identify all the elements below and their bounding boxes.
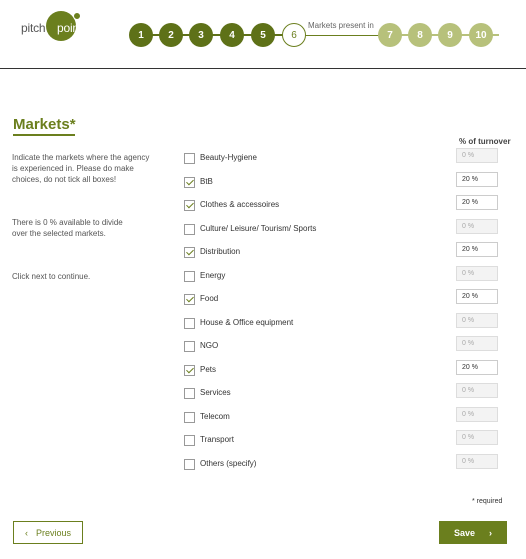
market-row-ngo: NGO 0 % bbox=[184, 336, 504, 356]
turnover-input[interactable]: 0 % bbox=[456, 266, 498, 281]
market-label: Transport bbox=[200, 435, 234, 444]
logo-text-pitch: pitch bbox=[21, 21, 46, 35]
market-checkbox[interactable] bbox=[184, 247, 195, 258]
market-checkbox[interactable] bbox=[184, 200, 195, 211]
market-row-clothes-accessoires: Clothes & accessoires 20 % bbox=[184, 195, 504, 215]
chevron-left-icon: ‹ bbox=[24, 527, 28, 538]
market-row-culture-leisure: Culture/ Leisure/ Tourism/ Sports 0 % bbox=[184, 219, 504, 239]
market-checkbox[interactable] bbox=[184, 341, 195, 352]
turnover-input[interactable]: 0 % bbox=[456, 430, 498, 445]
market-row-energy: Energy 0 % bbox=[184, 266, 504, 286]
current-step-label: Markets present in bbox=[308, 21, 374, 30]
market-checkbox[interactable] bbox=[184, 365, 195, 376]
turnover-input[interactable]: 20 % bbox=[456, 289, 498, 304]
market-label: Distribution bbox=[200, 247, 241, 256]
market-row-beauty-hygiene: Beauty-Hygiene 0 % bbox=[184, 148, 504, 168]
market-checkbox[interactable] bbox=[184, 224, 195, 235]
turnover-input[interactable]: 0 % bbox=[456, 407, 498, 422]
turnover-input[interactable]: 0 % bbox=[456, 336, 498, 351]
continue-note: Click next to continue. bbox=[12, 272, 91, 281]
logo-text-point: point bbox=[57, 21, 83, 35]
market-row-house-office: House & Office equipment 0 % bbox=[184, 313, 504, 333]
market-label: Clothes & accessoires bbox=[200, 200, 280, 209]
market-label: Culture/ Leisure/ Tourism/ Sports bbox=[200, 224, 317, 233]
step-2[interactable]: 2 bbox=[159, 23, 183, 47]
turnover-input[interactable]: 0 % bbox=[456, 454, 498, 469]
turnover-input[interactable]: 20 % bbox=[456, 195, 498, 210]
turnover-input[interactable]: 20 % bbox=[456, 360, 498, 375]
market-checkbox[interactable] bbox=[184, 318, 195, 329]
market-row-btb: BtB 20 % bbox=[184, 172, 504, 192]
market-row-pets: Pets 20 % bbox=[184, 360, 504, 380]
turnover-input[interactable]: 0 % bbox=[456, 313, 498, 328]
market-checkbox[interactable] bbox=[184, 177, 195, 188]
market-label: Food bbox=[200, 294, 219, 303]
market-checkbox[interactable] bbox=[184, 435, 195, 446]
market-row-telecom: Telecom 0 % bbox=[184, 407, 504, 427]
step-1[interactable]: 1 bbox=[129, 23, 153, 47]
pitchpoint-logo[interactable]: pitch point bbox=[20, 10, 90, 50]
market-label: Energy bbox=[200, 271, 226, 280]
turnover-column-header: % of turnover bbox=[459, 137, 511, 146]
market-label: Others (specify) bbox=[200, 459, 257, 468]
market-label: Telecom bbox=[200, 412, 230, 421]
instructions-text: Indicate the markets where the agency is… bbox=[12, 153, 150, 184]
turnover-input[interactable]: 20 % bbox=[456, 172, 498, 187]
header-divider bbox=[0, 68, 526, 69]
step-3[interactable]: 3 bbox=[189, 23, 213, 47]
step-7[interactable]: 7 bbox=[378, 23, 402, 47]
market-row-transport: Transport 0 % bbox=[184, 430, 504, 450]
market-label: Beauty-Hygiene bbox=[200, 153, 257, 162]
available-note: There is 0 % available to divide over th… bbox=[12, 218, 123, 238]
market-row-distribution: Distribution 20 % bbox=[184, 242, 504, 262]
market-row-others: Others (specify) 0 % bbox=[184, 454, 504, 474]
market-label: House & Office equipment bbox=[200, 318, 294, 327]
turnover-input[interactable]: 0 % bbox=[456, 383, 498, 398]
required-note: * required bbox=[472, 498, 503, 505]
market-label: Services bbox=[200, 388, 231, 397]
market-checkbox[interactable] bbox=[184, 271, 195, 282]
progress-stepper: 1 2 3 4 5 6 Markets present in 7 8 9 10 bbox=[125, 21, 505, 50]
logo-dot bbox=[73, 12, 81, 20]
save-button-label: Save bbox=[453, 527, 476, 538]
step-10[interactable]: 10 bbox=[469, 23, 493, 47]
turnover-input[interactable]: 0 % bbox=[456, 219, 498, 234]
turnover-input[interactable]: 0 % bbox=[456, 148, 498, 163]
market-checkbox[interactable] bbox=[184, 388, 195, 399]
previous-button[interactable]: ‹ Previous bbox=[13, 521, 83, 544]
market-checkbox[interactable] bbox=[184, 153, 195, 164]
market-label: BtB bbox=[200, 177, 213, 186]
chevron-right-icon: › bbox=[489, 527, 493, 538]
market-checkbox[interactable] bbox=[184, 459, 195, 470]
market-row-services: Services 0 % bbox=[184, 383, 504, 403]
market-label: Pets bbox=[200, 365, 217, 374]
step-6-current[interactable]: 6 bbox=[282, 23, 306, 47]
market-checkbox[interactable] bbox=[184, 294, 195, 305]
turnover-input[interactable]: 20 % bbox=[456, 242, 498, 257]
market-label: NGO bbox=[200, 341, 219, 350]
page-title: Markets* bbox=[13, 116, 76, 133]
previous-button-label: Previous bbox=[35, 527, 71, 538]
step-9[interactable]: 9 bbox=[438, 23, 462, 47]
title-underline bbox=[13, 134, 75, 136]
step-5[interactable]: 5 bbox=[251, 23, 275, 47]
step-8[interactable]: 8 bbox=[408, 23, 432, 47]
market-row-food: Food 20 % bbox=[184, 289, 504, 309]
stepper-line-current bbox=[305, 35, 387, 36]
save-button[interactable]: Save › bbox=[439, 521, 507, 544]
step-4[interactable]: 4 bbox=[220, 23, 244, 47]
market-checkbox[interactable] bbox=[184, 412, 195, 423]
